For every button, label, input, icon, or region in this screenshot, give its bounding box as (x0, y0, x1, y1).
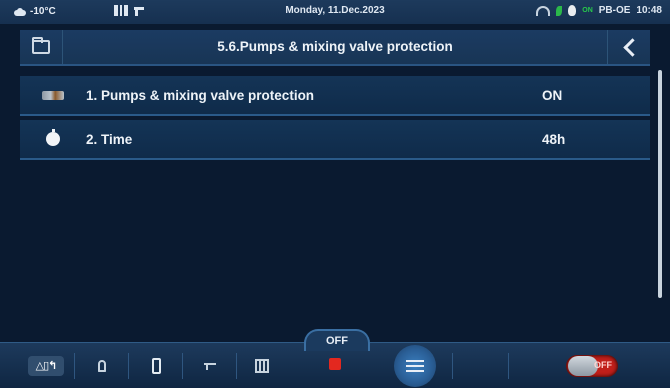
screen-header: 5.6.Pumps & mixing valve protection (20, 30, 650, 66)
flame-icon (568, 5, 577, 16)
on-badge: ON (582, 7, 593, 14)
tap-icon (204, 362, 216, 370)
radiator-icon (255, 358, 269, 373)
heating-circuit-button[interactable] (244, 343, 280, 388)
scrollbar[interactable] (658, 70, 662, 298)
alarm-button[interactable] (84, 343, 120, 388)
boiler-button[interactable] (138, 343, 174, 388)
off-label: OFF (304, 329, 370, 351)
row-label: 1. Pumps & mixing valve protection (86, 87, 315, 103)
heating-mode-icon: △▯↰ (28, 355, 64, 376)
row-value: ON (542, 87, 563, 103)
clock-icon (46, 129, 60, 146)
folder-icon (32, 37, 50, 54)
divider (74, 353, 75, 379)
divider (128, 353, 129, 379)
bottom-navigation: △▯↰ OFF OFF (0, 329, 670, 388)
valve-icon (42, 90, 64, 100)
row-icon (20, 129, 86, 146)
off-control[interactable]: OFF (296, 329, 374, 388)
back-button[interactable] (607, 30, 650, 64)
divider (182, 353, 183, 379)
divider (508, 353, 509, 379)
wifi-icon (536, 5, 551, 16)
status-bar: -10°C Monday, 11.Dec.2023 ON PB-OE 10:48 (0, 0, 670, 24)
folder-button[interactable] (20, 30, 63, 64)
boiler-icon (151, 357, 161, 374)
stop-icon[interactable] (329, 358, 341, 370)
row-icon (20, 90, 86, 100)
toggle-label: OFF (594, 360, 612, 370)
chevron-left-icon (622, 37, 642, 57)
row-value: 48h (542, 131, 566, 147)
power-toggle[interactable]: OFF (566, 355, 618, 377)
page-title: 5.6.Pumps & mixing valve protection (217, 39, 453, 54)
menu-button[interactable] (394, 345, 436, 387)
divider (452, 353, 453, 379)
clock-time: 10:48 (636, 5, 662, 16)
mode-button[interactable]: △▯↰ (24, 343, 68, 388)
device-model: PB-OE (598, 5, 631, 16)
row-label: 2. Time (86, 131, 133, 147)
eco-icon (556, 5, 563, 16)
hot-water-button[interactable] (192, 343, 228, 388)
status-right: ON PB-OE 10:48 (536, 5, 662, 16)
divider (236, 353, 237, 379)
hamburger-icon (406, 360, 424, 372)
list-item[interactable]: 1. Pumps & mixing valve protection ON (20, 76, 650, 116)
bell-icon (98, 359, 106, 372)
list-item[interactable]: 2. Time 48h (20, 120, 650, 160)
